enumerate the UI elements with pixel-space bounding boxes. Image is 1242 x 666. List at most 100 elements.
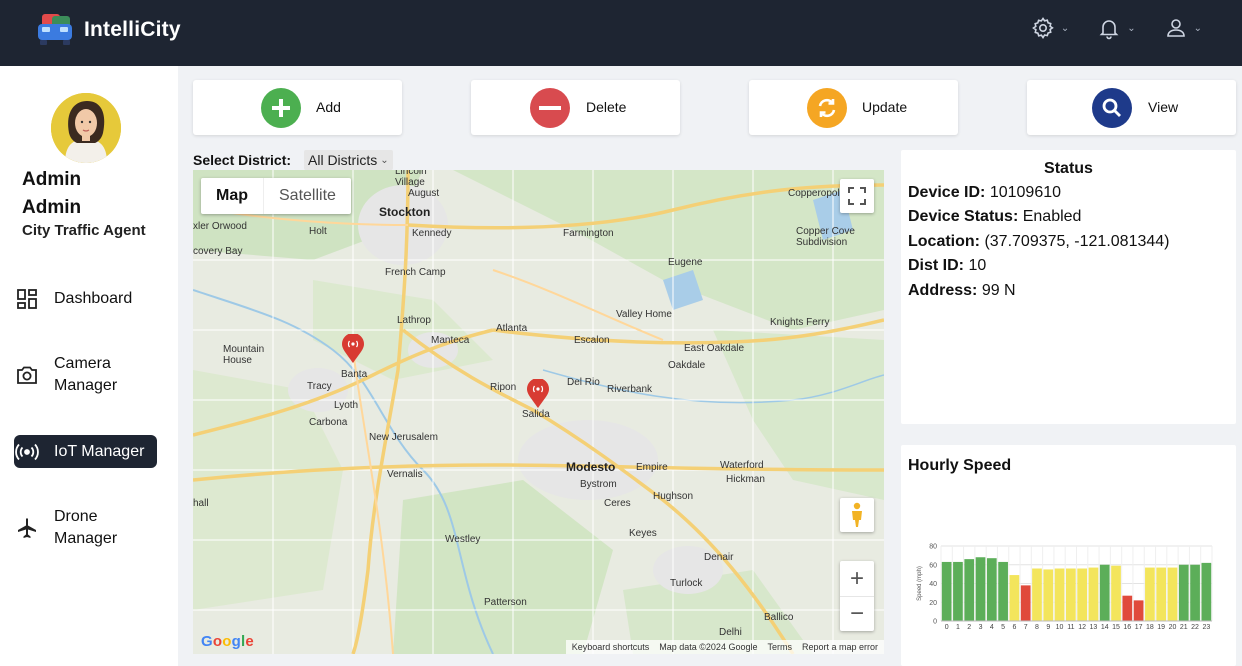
avatar[interactable] <box>51 93 121 163</box>
map-label: Carbona <box>309 417 348 428</box>
google-logo: Google <box>201 633 254 650</box>
zoom-in-button[interactable]: + <box>840 561 874 596</box>
map-label: Stockton <box>379 205 431 219</box>
view-button[interactable]: View <box>1027 80 1236 135</box>
delete-button[interactable]: Delete <box>471 80 680 135</box>
map-label: Waterford <box>720 460 764 471</box>
x-tick-label: 17 <box>1135 624 1143 631</box>
terms-link[interactable]: Terms <box>767 642 792 652</box>
district-select[interactable]: All Districts ⌄ <box>304 150 393 170</box>
map-label: Kennedy <box>412 228 452 239</box>
map-label: Ceres <box>604 498 631 509</box>
map-label: Westley <box>445 534 481 545</box>
map-type-toggle: Map Satellite <box>201 178 351 214</box>
pegman-icon <box>852 502 862 527</box>
x-tick-label: 3 <box>979 624 983 631</box>
x-tick-label: 1 <box>956 624 960 631</box>
map-label: Mountain House <box>223 344 265 366</box>
iot-pin-icon <box>342 333 364 363</box>
sidebar-item-label: IoT Manager <box>54 442 145 460</box>
plus-icon <box>261 88 301 128</box>
iot-pin-icon <box>527 378 549 408</box>
settings-menu[interactable]: ⌄ <box>1031 16 1069 40</box>
sidebar-item-drone-manager[interactable]: Drone Manager <box>14 506 157 550</box>
district-select-value: All Districts <box>308 152 378 168</box>
bar <box>1145 567 1155 621</box>
map-label: Oakdale <box>668 360 706 371</box>
device-marker[interactable] <box>526 378 550 409</box>
x-tick-label: 15 <box>1112 624 1120 631</box>
plus-icon: + <box>849 564 864 592</box>
map-label: Banta <box>341 369 368 380</box>
street-view-button[interactable] <box>840 498 874 532</box>
add-button[interactable]: Add <box>193 80 402 135</box>
map-label: Copper Cove Subdivision <box>796 226 855 248</box>
x-tick-label: 14 <box>1101 624 1109 631</box>
map-label: Modesto <box>566 460 616 474</box>
map-label: Hickman <box>726 474 765 485</box>
bar <box>1088 567 1099 621</box>
bar <box>1077 568 1088 621</box>
user-menu[interactable]: ⌄ <box>1164 16 1202 40</box>
x-tick-label: 21 <box>1180 624 1188 631</box>
map[interactable]: Lincoln Village August Copperopol Stockto… <box>193 170 884 654</box>
update-button[interactable]: Update <box>749 80 958 135</box>
map-type-map-button[interactable]: Map <box>201 178 263 214</box>
refresh-icon <box>807 88 847 128</box>
hourly-speed-panel: Hourly Speed 0 20 40 60 80 Speed (mph) 0 1 2 3 4 5 6… <box>901 445 1236 666</box>
map-label: East Oakdale <box>684 343 745 354</box>
bar <box>1178 564 1189 621</box>
keyboard-shortcuts-link[interactable]: Keyboard shortcuts <box>572 642 650 652</box>
zoom-out-button[interactable]: − <box>840 596 874 631</box>
chevron-down-icon: ⌄ <box>1060 22 1070 34</box>
x-tick-label: 18 <box>1146 624 1154 631</box>
map-label: xler Orwood <box>193 221 247 232</box>
fullscreen-button[interactable] <box>840 179 874 213</box>
map-label: Copperopol <box>788 188 840 199</box>
minus-icon: − <box>849 600 864 627</box>
bar <box>1201 562 1212 621</box>
x-tick-label: 23 <box>1202 624 1210 631</box>
device-marker[interactable] <box>341 333 365 364</box>
status-address: Address: 99 N <box>908 282 1016 299</box>
bar <box>1111 565 1121 621</box>
map-label: Lathrop <box>397 315 431 326</box>
map-label: Ballico <box>764 612 794 623</box>
plane-icon <box>14 515 40 541</box>
sidebar-item-dashboard[interactable]: Dashboard <box>14 286 157 312</box>
sidebar-item-camera-manager[interactable]: Camera Manager <box>14 353 157 397</box>
sidebar-item-iot-manager[interactable]: IoT Manager <box>14 435 157 468</box>
report-map-error-link[interactable]: Report a map error <box>802 642 878 652</box>
brand[interactable]: IntelliCity <box>36 12 181 48</box>
y-axis-label: Speed (mph) <box>917 566 923 601</box>
map-type-satellite-button[interactable]: Satellite <box>263 178 351 214</box>
map-label: Salida <box>522 409 550 420</box>
sidebar: Admin Admin City Traffic Agent Dashboard… <box>0 66 178 666</box>
map-label: Lincoln Village <box>395 170 427 188</box>
user-name: Admin Admin <box>22 169 82 218</box>
map-label: covery Bay <box>193 246 243 257</box>
map-label: Keyes <box>629 528 657 539</box>
x-tick-label: 20 <box>1169 624 1177 631</box>
notifications-menu[interactable]: ⌄ <box>1097 16 1136 40</box>
x-tick-label: 22 <box>1191 624 1199 631</box>
status-device-status: Device Status: Enabled <box>908 208 1082 225</box>
bar <box>1065 568 1076 621</box>
map-label: Del Rio <box>567 377 600 388</box>
car-logo-icon <box>36 12 74 48</box>
bar <box>1020 585 1031 621</box>
map-label: Delhi <box>719 627 742 638</box>
map-footer: Keyboard shortcuts Map data ©2024 Google… <box>565 640 884 654</box>
status-title: Status <box>1044 160 1093 177</box>
y-tick-label: 80 <box>929 544 937 551</box>
chevron-down-icon: ⌄ <box>1127 22 1136 34</box>
x-tick-label: 0 <box>945 624 949 631</box>
app-name: IntelliCity <box>84 18 181 41</box>
gear-icon <box>1031 17 1054 39</box>
map-label: French Camp <box>385 267 446 278</box>
bar <box>1190 564 1200 621</box>
x-tick-label: 11 <box>1067 624 1074 631</box>
delete-label: Delete <box>586 99 627 115</box>
chevron-down-icon: ⌄ <box>380 154 389 166</box>
bar <box>1009 575 1020 621</box>
